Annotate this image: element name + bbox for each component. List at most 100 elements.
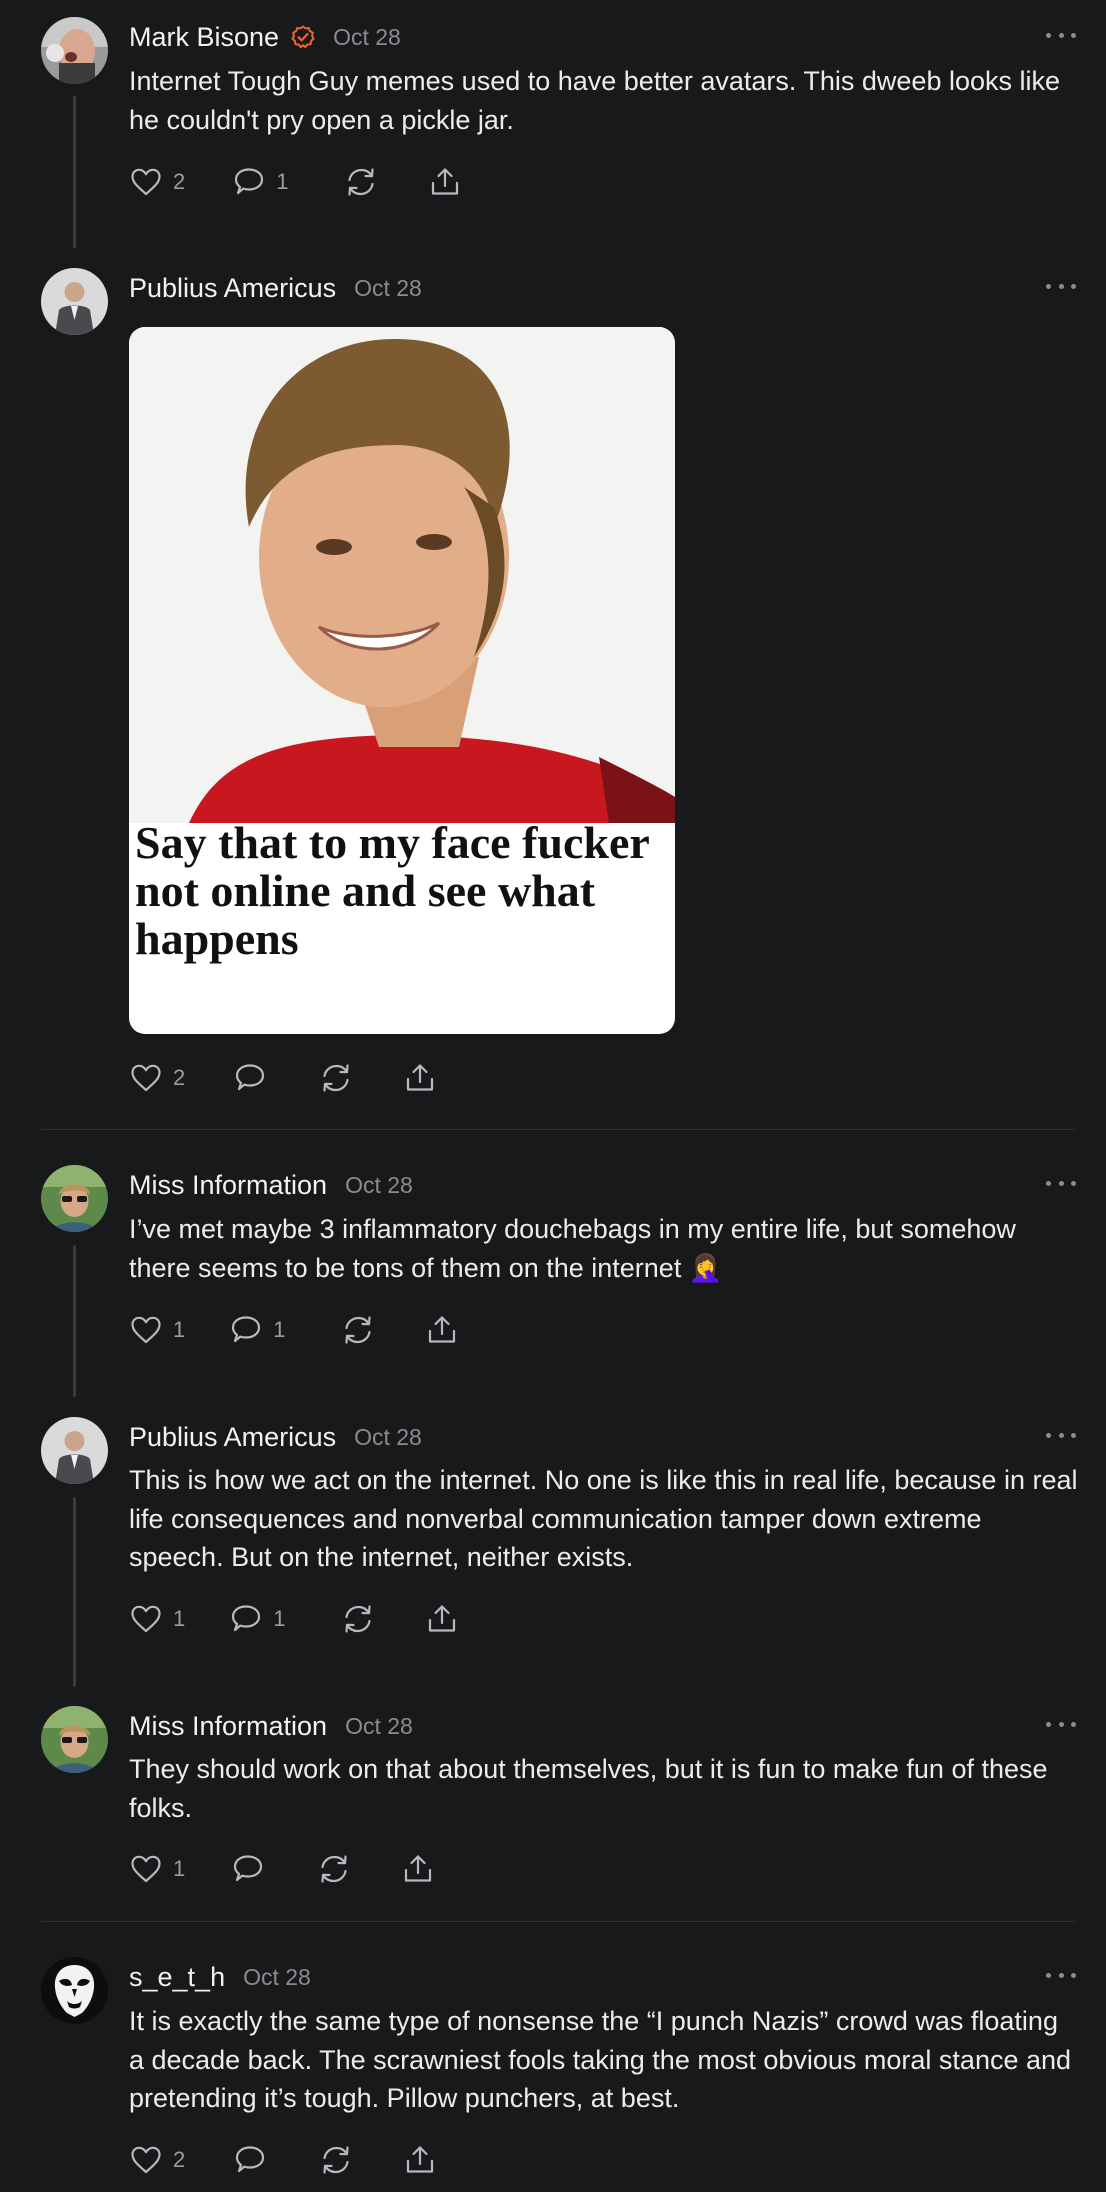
post-text: It is exactly the same type of nonsense …: [129, 2006, 1072, 2113]
author-name[interactable]: s_e_t_h: [129, 1962, 225, 1993]
like-button[interactable]: 2: [129, 165, 185, 199]
meme-caption: Say that to my face fucker not online an…: [135, 817, 649, 964]
post-date[interactable]: Oct 28: [333, 24, 401, 51]
heart-icon: [129, 2143, 163, 2177]
avatar[interactable]: [41, 17, 108, 84]
share-button[interactable]: [425, 1602, 459, 1636]
share-button[interactable]: [425, 1313, 459, 1347]
like-count: 1: [173, 1856, 186, 1881]
post-actions: 1 1: [129, 1599, 459, 1639]
restack-button[interactable]: [341, 1602, 375, 1636]
like-button[interactable]: 1: [129, 1602, 185, 1636]
heart-icon: [129, 1852, 163, 1886]
post-actions: 2 1: [129, 162, 462, 202]
avatar[interactable]: [41, 1957, 108, 2024]
share-icon: [403, 2143, 437, 2177]
restack-button[interactable]: [319, 2143, 353, 2177]
post-date[interactable]: Oct 28: [354, 275, 422, 302]
heart-icon: [129, 1061, 163, 1095]
author-name[interactable]: Publius Americus: [129, 1422, 336, 1453]
like-count: 2: [173, 2147, 186, 2172]
post-header: Publius Americus Oct 28: [129, 1417, 1076, 1457]
comment-button[interactable]: 1: [229, 1602, 286, 1636]
post-actions: 2: [129, 2140, 437, 2180]
avatar[interactable]: [41, 1165, 108, 1232]
author-name[interactable]: Mark Bisone: [129, 22, 279, 53]
post-date[interactable]: Oct 28: [345, 1713, 413, 1740]
comment-count: 1: [273, 1606, 286, 1631]
post-actions: 2: [129, 1058, 437, 1098]
thread-line: [73, 1245, 76, 1397]
post-text: They should work on that about themselve…: [129, 1754, 1048, 1823]
post-header: Publius Americus Oct 28: [129, 268, 1076, 308]
comment-button[interactable]: [233, 1061, 267, 1095]
comment-bubble-icon: [231, 1852, 265, 1886]
like-count: 1: [173, 1606, 186, 1631]
share-icon: [425, 1602, 459, 1636]
post-text: Internet Tough Guy memes used to have be…: [129, 66, 1061, 135]
post-date[interactable]: Oct 28: [354, 1424, 422, 1451]
share-button[interactable]: [403, 2143, 437, 2177]
comment-button[interactable]: 1: [229, 1313, 286, 1347]
more-dots-icon[interactable]: [1046, 1423, 1076, 1447]
post-header: Miss Information Oct 28: [129, 1706, 1076, 1746]
comment-bubble-icon: [233, 2143, 267, 2177]
share-button[interactable]: [403, 1061, 437, 1095]
restack-button[interactable]: [344, 165, 378, 199]
post-text: This is how we act on the internet. No o…: [129, 1465, 1078, 1572]
author-name[interactable]: Miss Information: [129, 1711, 327, 1742]
restack-icon: [341, 1602, 375, 1636]
share-icon: [428, 165, 462, 199]
like-button[interactable]: 1: [129, 1852, 185, 1886]
like-button[interactable]: 2: [129, 2143, 185, 2177]
restack-button[interactable]: [317, 1852, 351, 1886]
author-name[interactable]: Miss Information: [129, 1170, 327, 1201]
like-count: 2: [173, 169, 186, 194]
comment-bubble-icon: [233, 1061, 267, 1095]
heart-icon: [129, 165, 163, 199]
avatar[interactable]: [41, 1706, 108, 1773]
avatar[interactable]: [41, 1417, 108, 1484]
more-dots-icon[interactable]: [1046, 1171, 1076, 1195]
restack-button[interactable]: [319, 1061, 353, 1095]
more-dots-icon[interactable]: [1046, 1963, 1076, 1987]
restack-icon: [317, 1852, 351, 1886]
post-actions: 1 1: [129, 1310, 459, 1350]
post-text-content: I’ve met maybe 3 inflammatory douchebags…: [129, 1214, 1016, 1283]
share-button[interactable]: [428, 165, 462, 199]
comment-button[interactable]: [233, 2143, 267, 2177]
like-count: 1: [173, 1317, 186, 1342]
heart-icon: [129, 1313, 163, 1347]
post-header: s_e_t_h Oct 28: [129, 1957, 1076, 1997]
share-icon: [425, 1313, 459, 1347]
facepalm-emoji: 🤦‍♀️: [688, 1252, 723, 1283]
author-name[interactable]: Publius Americus: [129, 273, 336, 304]
post-date[interactable]: Oct 28: [243, 1964, 311, 1991]
comment-bubble-icon: [229, 1313, 263, 1347]
like-button[interactable]: 1: [129, 1313, 185, 1347]
comment-button[interactable]: 1: [232, 165, 289, 199]
post-text: I’ve met maybe 3 inflammatory douchebags…: [129, 1210, 1079, 1287]
divider: [41, 1129, 1075, 1130]
heart-icon: [129, 1602, 163, 1636]
comment-button[interactable]: [231, 1852, 265, 1886]
restack-button[interactable]: [341, 1313, 375, 1347]
post-image[interactable]: Say that to my face fucker not online an…: [129, 327, 675, 1034]
thread-line: [73, 96, 76, 248]
more-dots-icon[interactable]: [1046, 23, 1076, 47]
share-icon: [401, 1852, 435, 1886]
share-button[interactable]: [401, 1852, 435, 1886]
restack-icon: [319, 2143, 353, 2177]
comment-count: 1: [273, 1317, 286, 1342]
divider: [41, 1921, 1075, 1922]
post-date[interactable]: Oct 28: [345, 1172, 413, 1199]
like-count: 2: [173, 1065, 186, 1090]
comment-count: 1: [276, 169, 289, 194]
restack-icon: [341, 1313, 375, 1347]
thread-line: [73, 1497, 76, 1687]
restack-icon: [319, 1061, 353, 1095]
more-dots-icon[interactable]: [1046, 1712, 1076, 1736]
like-button[interactable]: 2: [129, 1061, 185, 1095]
more-dots-icon[interactable]: [1046, 274, 1076, 298]
avatar[interactable]: [41, 268, 108, 335]
